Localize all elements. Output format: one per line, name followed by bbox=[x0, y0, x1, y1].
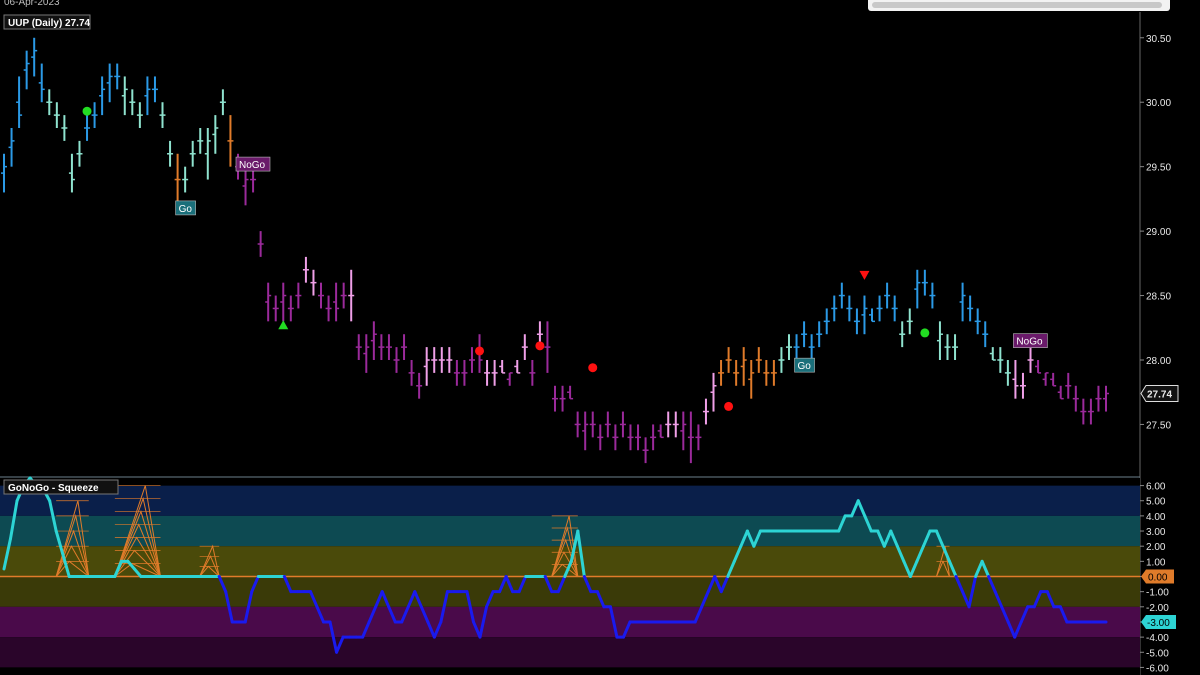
zero-value-tag: 0.00 bbox=[1141, 569, 1174, 584]
price-axis-ticks: 30.50 30.00 29.50 29.00 28.50 28.00 27.50 bbox=[1140, 34, 1171, 431]
zero-value-text: 0.00 bbox=[1148, 573, 1168, 584]
signal-dot bbox=[535, 341, 545, 351]
price-plot-background bbox=[0, 12, 1140, 476]
oscillator-tick-label: -6.00 bbox=[1146, 663, 1169, 674]
signal-dot bbox=[588, 363, 598, 373]
annotation-text: Go bbox=[798, 361, 812, 372]
oscillator-panel: 6.00 5.00 4.00 3.00 2.00 1.00 0.00 -1.00 -2.00 -3… bbox=[0, 476, 1176, 675]
oscillator-tick-label: 4.00 bbox=[1146, 512, 1166, 523]
oscillator-tick-label: -5.00 bbox=[1146, 648, 1169, 659]
price-tick-label: 30.00 bbox=[1146, 98, 1171, 109]
price-tick-label: 28.00 bbox=[1146, 356, 1171, 367]
price-tick-label: 28.50 bbox=[1146, 292, 1171, 303]
last-oscillator-value: -3.00 bbox=[1147, 618, 1170, 629]
oscillator-tick-label: -2.00 bbox=[1146, 603, 1169, 614]
oscillator-zone bbox=[0, 606, 1140, 638]
oscillator-tick-label: 3.00 bbox=[1146, 527, 1166, 538]
nogo-label: NoGo bbox=[235, 156, 271, 172]
price-title: UUP (Daily) 27.74 bbox=[3, 14, 91, 30]
signal-dot bbox=[475, 346, 485, 356]
annotation-text: NoGo bbox=[239, 160, 266, 171]
signal-dot bbox=[920, 328, 930, 338]
oscillator-title-text: GoNoGo - Squeeze bbox=[8, 483, 99, 494]
annotation-text: Go bbox=[179, 204, 193, 215]
nogo-label: NoGo bbox=[1013, 333, 1048, 348]
signal-dot bbox=[724, 401, 734, 411]
oscillator-tick-label: 5.00 bbox=[1146, 497, 1166, 508]
price-tick-label: 27.50 bbox=[1146, 420, 1171, 431]
oscillator-tick-label: -1.00 bbox=[1146, 588, 1169, 599]
price-and-oscillator-chart[interactable]: Go NoGo Go NoGo 30.50 30.00 29.50 29.00 28.50 28… bbox=[0, 0, 1200, 675]
last-price-value: 27.74 bbox=[1147, 390, 1172, 401]
price-title-text: UUP (Daily) 27.74 bbox=[8, 18, 91, 29]
annotation-text: NoGo bbox=[1016, 337, 1043, 348]
go-label: Go bbox=[175, 200, 196, 216]
last-oscillator-tag: -3.00 bbox=[1141, 614, 1176, 629]
go-label: Go bbox=[794, 357, 815, 373]
price-tick-label: 29.50 bbox=[1146, 163, 1171, 174]
last-price-tag: 27.74 bbox=[1140, 385, 1179, 403]
signal-dot bbox=[82, 106, 92, 116]
price-tick-label: 29.00 bbox=[1146, 227, 1171, 238]
oscillator-tick-label: 1.00 bbox=[1146, 557, 1166, 568]
oscillator-tick-label: 6.00 bbox=[1146, 482, 1166, 493]
price-tick-label: 30.50 bbox=[1146, 34, 1171, 45]
oscillator-title: GoNoGo - Squeeze bbox=[3, 479, 119, 495]
oscillator-zone bbox=[0, 637, 1140, 668]
oscillator-tick-label: 2.00 bbox=[1146, 542, 1166, 553]
oscillator-tick-label: -4.00 bbox=[1146, 633, 1169, 644]
oscillator-zone bbox=[0, 485, 1140, 516]
